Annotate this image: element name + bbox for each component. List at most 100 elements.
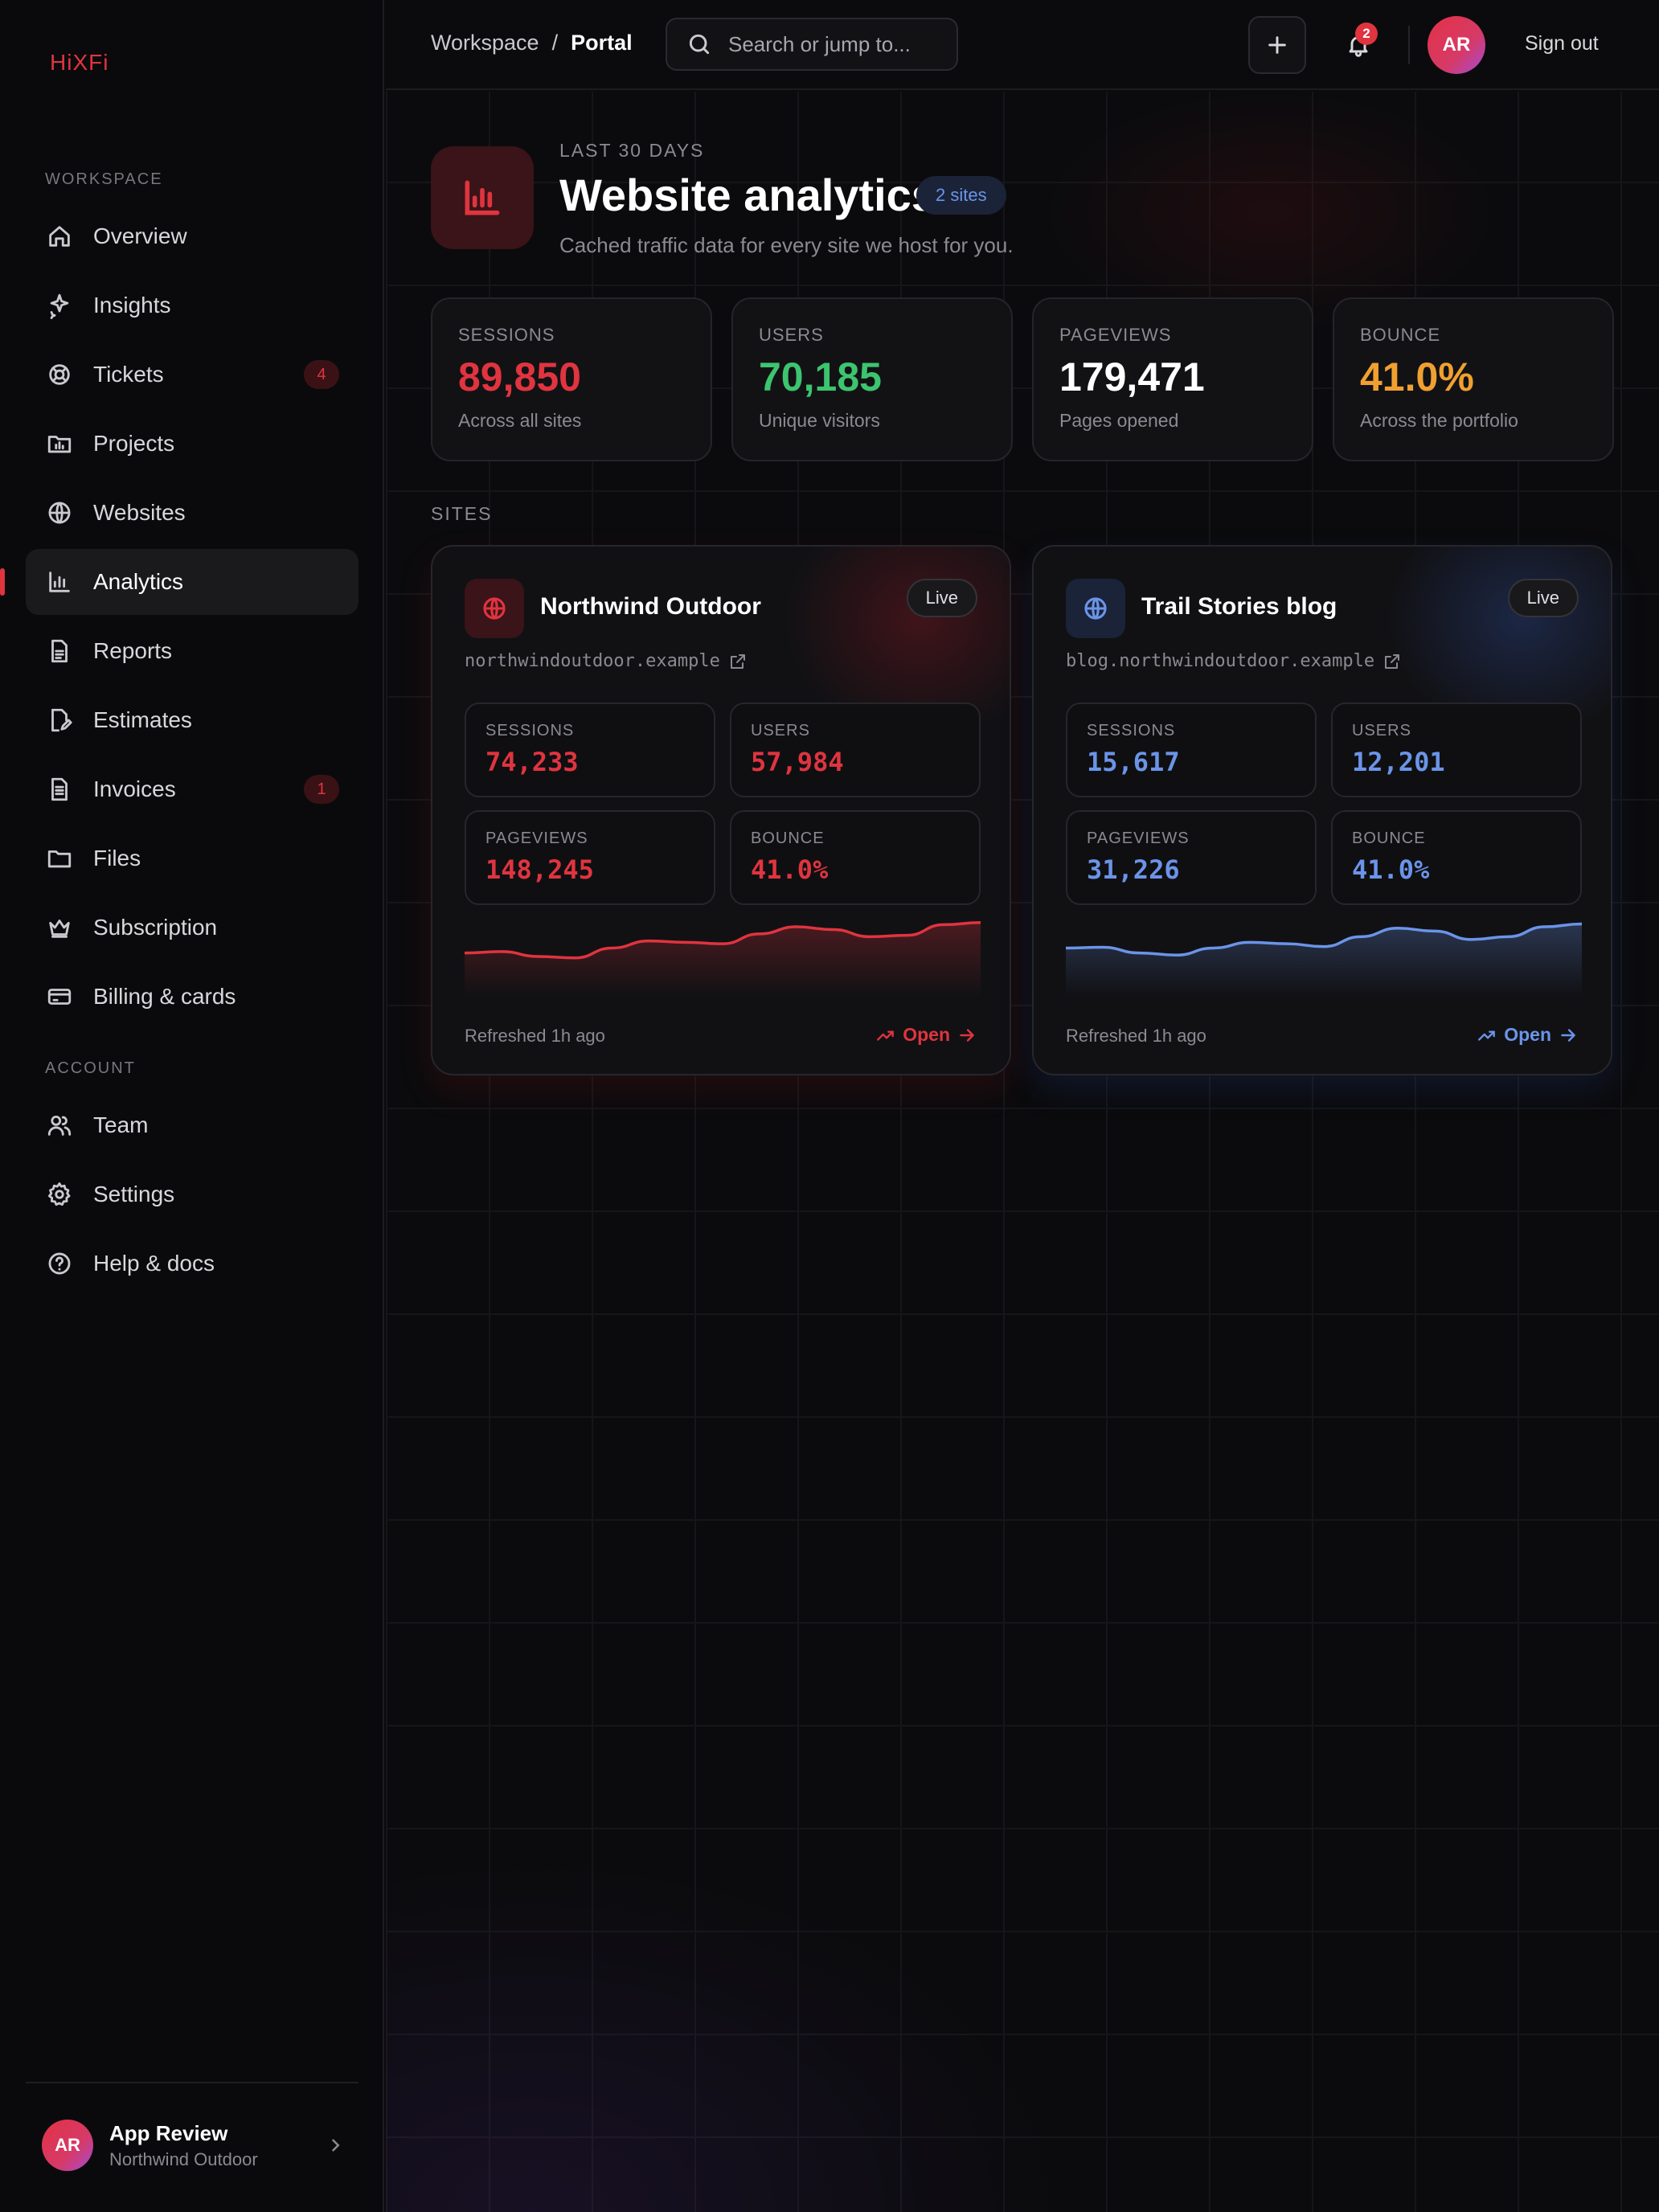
sparkline-area: [1066, 924, 1582, 997]
analytics-header-icon: [431, 146, 534, 249]
metric-value: 74,233: [485, 747, 579, 777]
sidebar-item-reports[interactable]: Reports: [26, 618, 358, 684]
stat-card-pageviews: PAGEVIEWS 179,471 Pages opened: [1032, 297, 1313, 461]
metric-label: SESSIONS: [485, 722, 575, 739]
topbar-divider: [1408, 26, 1410, 64]
site-url: northwindoutdoor.example: [465, 651, 720, 671]
stat-caption: Unique visitors: [759, 410, 880, 431]
trending-up-icon: [877, 1030, 895, 1041]
sidebar-item-label: Overview: [93, 223, 187, 248]
metric-value: 12,201: [1352, 747, 1445, 777]
search-icon: [689, 34, 710, 55]
page-subtitle: Cached traffic data for every site we ho…: [559, 233, 1014, 257]
open-site-link[interactable]: Open: [1477, 1024, 1579, 1046]
main-content: LAST 30 DAYS Website analytics 2 sites C…: [386, 92, 1659, 2212]
metric-label: BOUNCE: [1352, 830, 1426, 847]
stat-label: SESSIONS: [458, 325, 555, 345]
sidebar-divider: [26, 2082, 358, 2083]
traffic-sparkline: [465, 921, 981, 997]
site-card[interactable]: Trail Stories blog Live blog.northwindou…: [1032, 545, 1612, 1075]
add-button[interactable]: [1248, 16, 1306, 74]
site-metric-bounce: BOUNCE 41.0%: [1331, 810, 1582, 905]
stat-label: BOUNCE: [1360, 325, 1441, 345]
sidebar-item-label: Websites: [93, 500, 186, 525]
plus-icon: [1268, 36, 1286, 54]
metric-value: 41.0%: [1352, 854, 1430, 885]
site-url-link[interactable]: blog.northwindoutdoor.example: [1066, 651, 1402, 671]
sidebar-item-team[interactable]: Team: [26, 1092, 358, 1158]
arrow-right-icon: [1561, 1028, 1575, 1042]
notification-count-badge: 2: [1355, 23, 1378, 45]
metric-label: SESSIONS: [1087, 722, 1176, 739]
breadcrumb-separator: /: [551, 31, 559, 55]
workspace-section-label: WORKSPACE: [45, 170, 163, 188]
breadcrumb-current: Portal: [571, 31, 633, 55]
sidebar-item-files[interactable]: Files: [26, 825, 358, 891]
user-name: App Review: [109, 2120, 228, 2145]
metric-value: 57,984: [751, 747, 844, 777]
sites-count-badge: 2 sites: [916, 176, 1006, 215]
search-input[interactable]: Search or jump to...: [666, 18, 958, 71]
lifebuoy-icon: [45, 360, 74, 389]
metric-label: BOUNCE: [751, 830, 825, 847]
background-glow-purple: [386, 1828, 1109, 2212]
sidebar-item-settings[interactable]: Settings: [26, 1161, 358, 1227]
sparkle-icon: [45, 291, 74, 320]
metric-label: USERS: [751, 722, 810, 739]
site-url-link[interactable]: northwindoutdoor.example: [465, 651, 748, 671]
sidebar-item-help-docs[interactable]: Help & docs: [26, 1231, 358, 1296]
sidebar-item-tickets[interactable]: Tickets 4: [26, 342, 358, 408]
user-menu[interactable]: AR App Review Northwind Outdoor: [42, 2119, 347, 2172]
refreshed-time: Refreshed 1h ago: [465, 1026, 605, 1046]
sidebar-item-billing-cards[interactable]: Billing & cards: [26, 964, 358, 1030]
sidebar-item-websites[interactable]: Websites: [26, 480, 358, 546]
external-link-icon: [730, 653, 745, 669]
sidebar-item-label: Files: [93, 846, 141, 870]
breadcrumb: Workspace / Portal: [431, 31, 633, 55]
metric-value: 41.0%: [751, 854, 829, 885]
open-site-link[interactable]: Open: [875, 1024, 977, 1046]
sidebar-item-projects[interactable]: Projects: [26, 411, 358, 477]
credit-card-icon: [45, 982, 74, 1011]
site-metric-sessions: SESSIONS 15,617: [1066, 703, 1317, 797]
users-icon: [45, 1111, 74, 1140]
sidebar-item-label: Invoices: [93, 776, 176, 801]
bar-chart-icon: [45, 567, 74, 596]
traffic-sparkline: [1066, 922, 1582, 997]
brand-logo[interactable]: HiXFi: [50, 50, 109, 76]
metric-label: PAGEVIEWS: [1087, 830, 1190, 847]
sidebar-item-label: Analytics: [93, 569, 184, 594]
sparkline-area: [465, 922, 981, 997]
sidebar-item-analytics[interactable]: Analytics: [26, 549, 358, 615]
stat-caption: Across all sites: [458, 410, 582, 431]
sidebar-item-subscription[interactable]: Subscription: [26, 895, 358, 961]
topbar: Workspace / Portal Search or jump to... …: [386, 0, 1659, 90]
topbar-avatar[interactable]: AR: [1428, 16, 1485, 74]
account-section-label: ACCOUNT: [45, 1059, 136, 1077]
background-glow: [1045, 92, 1495, 333]
stat-caption: Across the portfolio: [1360, 410, 1518, 431]
sidebar-item-label: Settings: [93, 1182, 175, 1206]
sites-section-label: SITES: [431, 503, 493, 524]
site-url: blog.northwindoutdoor.example: [1066, 651, 1375, 671]
stat-value: 70,185: [759, 354, 882, 399]
sidebar-item-insights[interactable]: Insights: [26, 272, 358, 338]
folder-chart-icon: [45, 429, 74, 458]
stat-label: USERS: [759, 325, 824, 345]
globe-icon: [45, 498, 74, 527]
site-card[interactable]: Northwind Outdoor Live northwindoutdoor.…: [431, 545, 1011, 1075]
sidebar-item-estimates[interactable]: Estimates: [26, 687, 358, 753]
sidebar-item-label: Projects: [93, 431, 175, 456]
chevron-right-icon: [332, 2139, 340, 2152]
sidebar-item-overview[interactable]: Overview: [26, 203, 358, 269]
metric-value: 31,226: [1087, 854, 1180, 885]
stat-card-users: USERS 70,185 Unique visitors: [731, 297, 1013, 461]
refreshed-time: Refreshed 1h ago: [1066, 1026, 1206, 1046]
document-icon: [45, 637, 74, 666]
sidebar-item-invoices[interactable]: Invoices 1: [26, 756, 358, 822]
breadcrumb-workspace[interactable]: Workspace: [431, 31, 539, 55]
site-name: Trail Stories blog: [1141, 593, 1337, 620]
sign-out-button[interactable]: Sign out: [1525, 32, 1599, 55]
sidebar-item-label: Team: [93, 1112, 149, 1137]
stat-card-sessions: SESSIONS 89,850 Across all sites: [431, 297, 712, 461]
